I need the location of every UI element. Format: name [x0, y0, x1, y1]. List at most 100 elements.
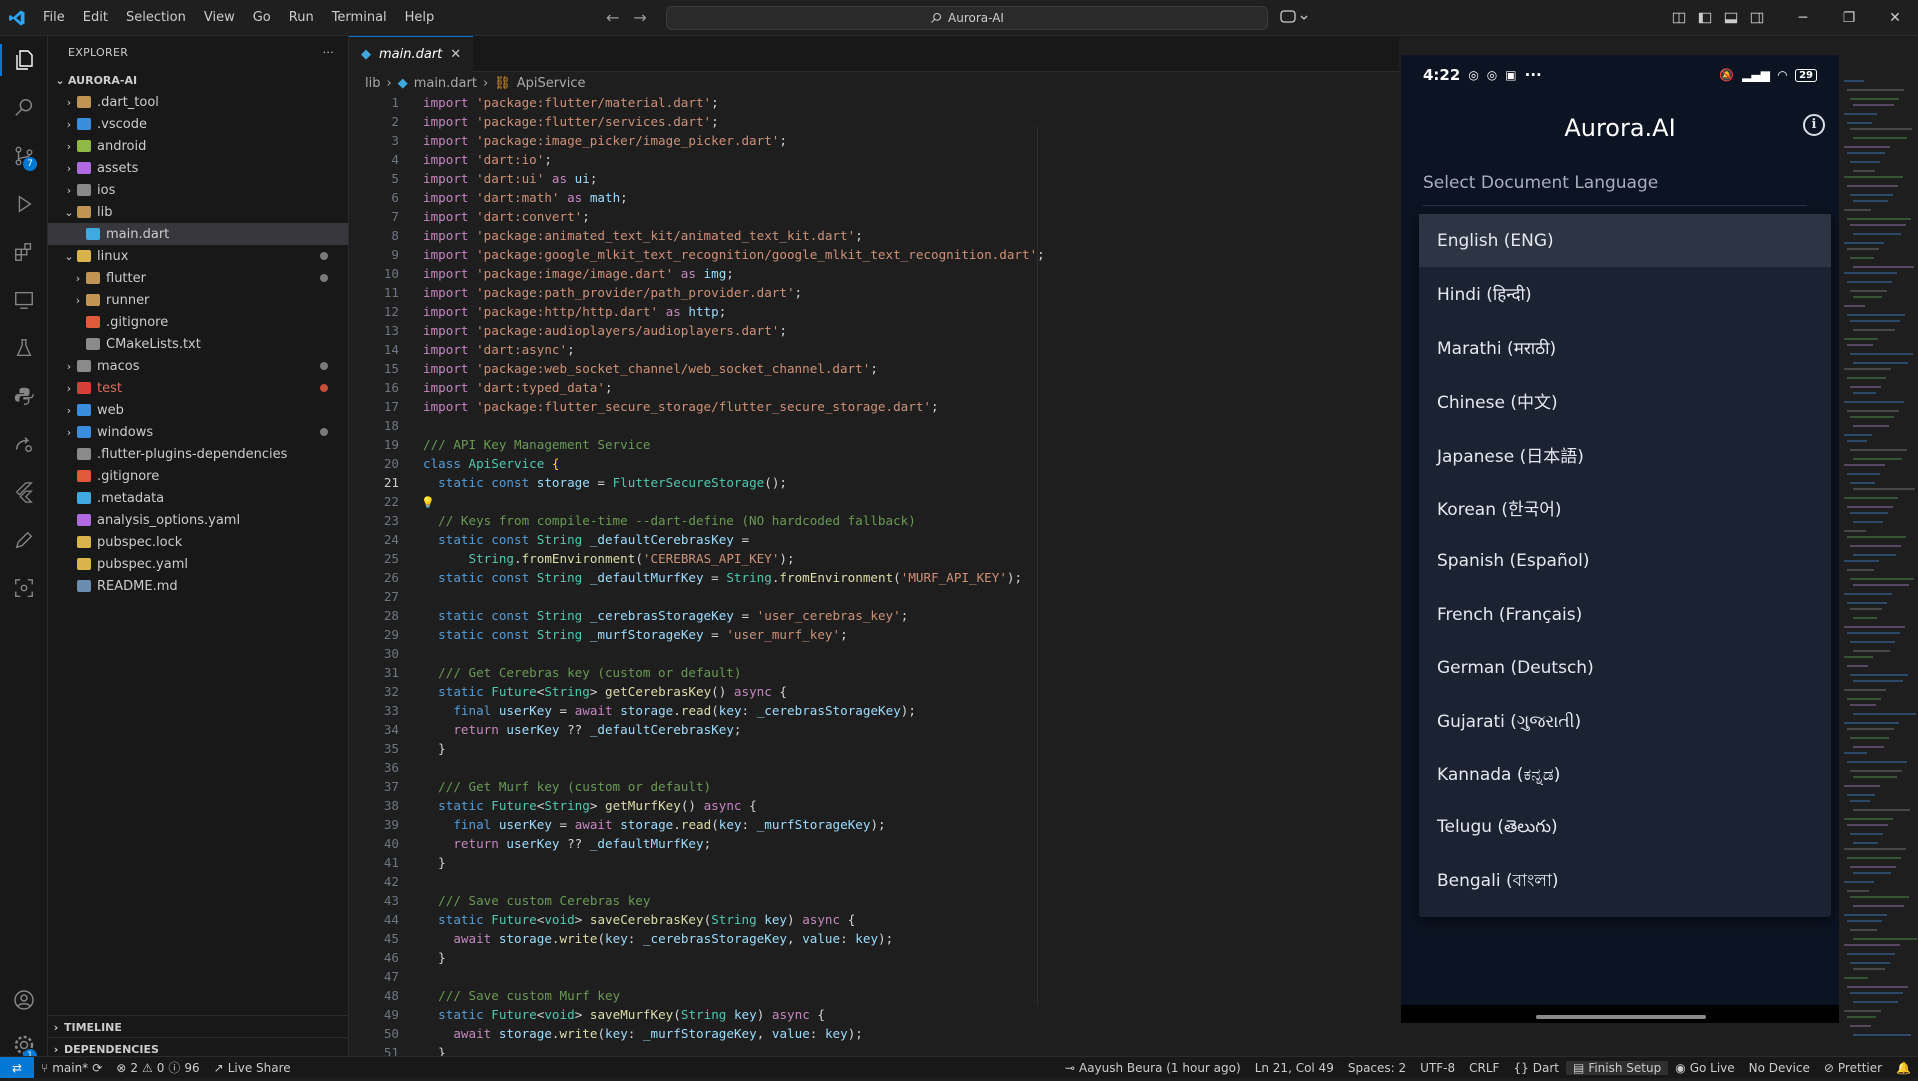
language-option[interactable]: Gujarati (ગુજરાતી): [1419, 695, 1831, 749]
folder-row[interactable]: › web: [48, 399, 348, 421]
run-debug-icon[interactable]: [0, 180, 47, 228]
copilot-icon[interactable]: [1280, 8, 1308, 30]
folder-row[interactable]: ⌄ linux: [48, 245, 348, 267]
menu-selection[interactable]: Selection: [117, 0, 195, 35]
folder-row[interactable]: › assets: [48, 157, 348, 179]
explorer-icon[interactable]: [0, 36, 47, 84]
folder-row[interactable]: › runner: [48, 289, 348, 311]
language-option[interactable]: English (ENG): [1419, 214, 1831, 267]
minimize-button[interactable]: ─: [1780, 0, 1826, 35]
scan-icon[interactable]: [0, 564, 47, 612]
language-option[interactable]: Chinese (中文): [1419, 374, 1831, 428]
lightbulb-icon[interactable]: 💡: [421, 496, 435, 509]
testing-icon[interactable]: [0, 324, 47, 372]
close-tab-icon[interactable]: ✕: [450, 47, 461, 62]
language-option[interactable]: French (Français): [1419, 588, 1831, 642]
close-window-button[interactable]: ✕: [1872, 0, 1918, 35]
branch-item[interactable]: ⑂ main* ⟳: [34, 1061, 109, 1075]
menu-go[interactable]: Go: [244, 0, 280, 35]
file-row[interactable]: .gitignore: [48, 311, 348, 333]
customize-layout-icon[interactable]: [1666, 11, 1692, 25]
breadcrumb-lib[interactable]: lib: [365, 76, 380, 91]
folder-row[interactable]: › test: [48, 377, 348, 399]
tree-item-label: pubspec.lock: [97, 534, 183, 550]
tab-main-dart[interactable]: ◆ main.dart ✕: [349, 36, 474, 72]
language-option[interactable]: German (Deutsch): [1419, 642, 1831, 696]
folder-row[interactable]: › flutter: [48, 267, 348, 289]
language-option[interactable]: Japanese (日本語): [1419, 428, 1831, 482]
language-option[interactable]: Korean (한국어): [1419, 481, 1831, 535]
folder-row[interactable]: › android: [48, 135, 348, 157]
breadcrumb-class[interactable]: ApiService: [517, 76, 586, 91]
file-row[interactable]: CMakeLists.txt: [48, 333, 348, 355]
toggle-secondary-sidebar-icon[interactable]: [1744, 11, 1770, 25]
file-icon: [77, 492, 91, 504]
code-line: 17 import 'package:flutter_secure_storage…: [349, 397, 1399, 416]
file-row[interactable]: .metadata: [48, 487, 348, 509]
source-control-icon[interactable]: 7: [0, 132, 47, 180]
file-row[interactable]: main.dart: [48, 223, 348, 245]
live-share-item[interactable]: ↗ Live Share: [207, 1061, 298, 1075]
language-option[interactable]: Hindi (हिन्दी): [1419, 267, 1831, 321]
home-indicator[interactable]: [1536, 1015, 1706, 1019]
menu-file[interactable]: File: [34, 0, 74, 35]
language-mode[interactable]: {} Dart: [1506, 1061, 1566, 1075]
python-icon[interactable]: [0, 372, 47, 420]
file-row[interactable]: README.md: [48, 575, 348, 597]
workspace-root[interactable]: ⌄ AURORA-AI: [48, 69, 348, 91]
remote-explorer-icon[interactable]: [0, 276, 47, 324]
more-actions-icon[interactable]: ···: [323, 46, 334, 59]
file-row[interactable]: .gitignore: [48, 465, 348, 487]
restore-button[interactable]: ❐: [1826, 0, 1872, 35]
file-row[interactable]: .flutter-plugins-dependencies: [48, 443, 348, 465]
folder-row[interactable]: ⌄ lib: [48, 201, 348, 223]
menu-edit[interactable]: Edit: [74, 0, 117, 35]
line-endings[interactable]: CRLF: [1462, 1061, 1506, 1075]
code-view[interactable]: 1 import 'package:flutter/material.dart';…: [349, 93, 1399, 1081]
folder-row[interactable]: › .vscode: [48, 113, 348, 135]
timeline-section[interactable]: › TIMELINE: [48, 1015, 348, 1038]
folder-row[interactable]: › ios: [48, 179, 348, 201]
language-option[interactable]: Bengali (বাংলা): [1419, 856, 1831, 910]
live-share-icon[interactable]: [0, 420, 47, 468]
indentation[interactable]: Spaces: 2: [1341, 1061, 1413, 1075]
forward-arrow-icon[interactable]: →: [633, 8, 646, 27]
folder-row[interactable]: › macos: [48, 355, 348, 377]
extensions-icon[interactable]: [0, 228, 47, 276]
account-icon[interactable]: [0, 976, 47, 1024]
language-option[interactable]: Marathi (मराठी): [1419, 321, 1831, 375]
language-option[interactable]: Kannada (ಕನ್ನಡ): [1419, 749, 1831, 803]
git-blame-item[interactable]: ⊸ Aayush Beura (1 hour ago): [1058, 1061, 1248, 1075]
prettier-item[interactable]: ⊘ Prettier: [1817, 1061, 1889, 1075]
minimap[interactable]: [1840, 80, 1918, 1058]
breadcrumb-file[interactable]: main.dart: [414, 76, 477, 91]
notifications-bell-icon[interactable]: 🔔: [1889, 1061, 1918, 1075]
minimap-line: [1853, 680, 1903, 682]
toggle-sidebar-icon[interactable]: [1692, 11, 1718, 25]
go-live-item[interactable]: ◉ Go Live: [1668, 1061, 1741, 1075]
file-row[interactable]: pubspec.yaml: [48, 553, 348, 575]
device-selector[interactable]: No Device: [1742, 1061, 1817, 1075]
toggle-panel-icon[interactable]: [1718, 11, 1744, 25]
remote-indicator-icon[interactable]: ⇄: [0, 1057, 34, 1078]
problems-item[interactable]: ⊗ 2 ⚠ 0 ⓘ 96: [109, 1059, 206, 1076]
cursor-position[interactable]: Ln 21, Col 49: [1248, 1061, 1341, 1075]
flutter-icon[interactable]: [0, 468, 47, 516]
file-row[interactable]: analysis_options.yaml: [48, 509, 348, 531]
command-center-search[interactable]: Aurora-AI: [666, 6, 1268, 30]
folder-row[interactable]: › .dart_tool: [48, 91, 348, 113]
back-arrow-icon[interactable]: ←: [606, 8, 619, 27]
menu-help[interactable]: Help: [396, 0, 444, 35]
info-icon[interactable]: i: [1803, 114, 1825, 136]
encoding[interactable]: UTF-8: [1413, 1061, 1462, 1075]
edit-pen-icon[interactable]: [0, 516, 47, 564]
menu-terminal[interactable]: Terminal: [323, 0, 396, 35]
menu-run[interactable]: Run: [280, 0, 323, 35]
menu-view[interactable]: View: [195, 0, 244, 35]
folder-row[interactable]: › windows: [48, 421, 348, 443]
finish-setup-item[interactable]: ▤ Finish Setup: [1565, 1060, 1669, 1075]
language-option[interactable]: Telugu (తెలుగు): [1419, 802, 1831, 856]
search-icon[interactable]: [0, 84, 47, 132]
file-row[interactable]: pubspec.lock: [48, 531, 348, 553]
language-option[interactable]: Spanish (Español): [1419, 535, 1831, 589]
